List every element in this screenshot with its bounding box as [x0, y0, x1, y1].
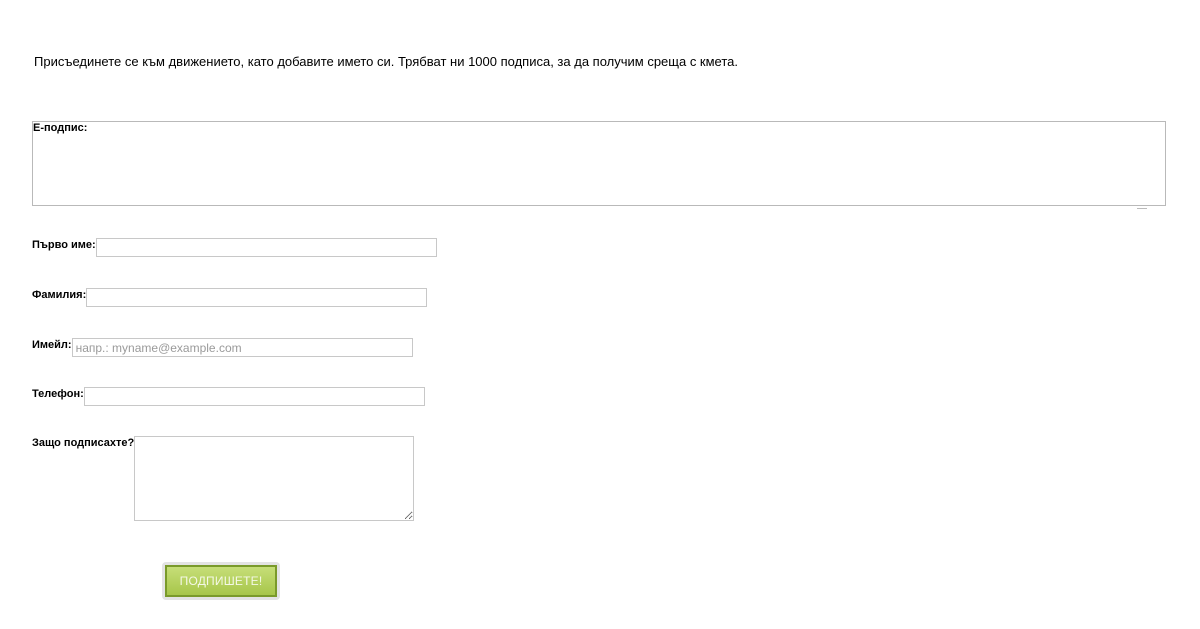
- submit-button-frame: ПОДПИШЕТЕ!: [162, 562, 280, 600]
- signature-label: Е-подпис:: [33, 122, 88, 134]
- phone-input[interactable]: [83, 387, 425, 406]
- why-row: Защо подписахте?: [32, 436, 415, 521]
- phone-label: Телефон:: [32, 388, 84, 400]
- email-input[interactable]: [71, 338, 413, 357]
- last-name-row: Фамилия:: [32, 288, 428, 307]
- first-name-row: Първо име:: [32, 238, 437, 257]
- signature-pad[interactable]: Е-подпис:: [32, 121, 1166, 209]
- first-name-input[interactable]: [95, 238, 437, 257]
- email-label: Имейл:: [32, 339, 72, 351]
- sign-submit-button[interactable]: ПОДПИШЕТЕ!: [165, 565, 277, 597]
- intro-text: Присъединете се към движението, като доб…: [34, 54, 738, 69]
- first-name-label: Първо име:: [32, 239, 96, 251]
- email-row: Имейл:: [32, 338, 413, 357]
- phone-row: Телефон:: [32, 387, 425, 406]
- why-label: Защо подписахте?: [32, 437, 135, 449]
- signature-resize-handle[interactable]: [1137, 205, 1147, 209]
- why-textarea[interactable]: [134, 436, 415, 521]
- last-name-label: Фамилия:: [32, 289, 87, 301]
- last-name-input[interactable]: [86, 288, 428, 307]
